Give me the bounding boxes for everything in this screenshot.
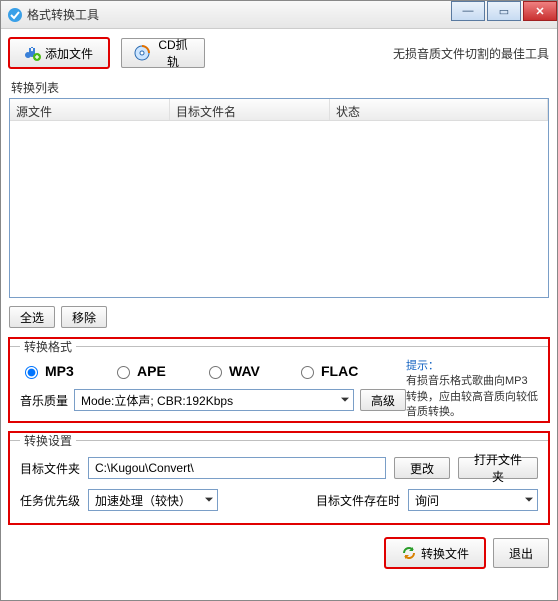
app-icon <box>7 7 23 23</box>
maximize-button[interactable]: ▭ <box>487 1 521 21</box>
hint-body: 有损音乐格式歌曲向MP3转换，应由较高音质向较低音质转换。 <box>406 375 538 418</box>
quality-label: 音乐质量 <box>20 392 68 409</box>
radio-mp3-label: MP3 <box>45 363 74 379</box>
radio-flac-label: FLAC <box>321 363 358 379</box>
toolbar: 添加文件 CD抓轨 无损音质文件切割的最佳工具 <box>9 33 549 73</box>
advanced-button[interactable]: 高级 <box>360 389 406 411</box>
window-title: 格式转换工具 <box>27 6 99 23</box>
convert-button[interactable]: 转换文件 <box>385 538 485 568</box>
target-folder-label: 目标文件夹 <box>20 460 80 477</box>
cd-rip-button[interactable]: CD抓轨 <box>121 38 205 68</box>
window-titlebar: 格式转换工具 — ▭ ✕ <box>1 1 557 29</box>
remove-button[interactable]: 移除 <box>61 306 107 328</box>
music-add-icon <box>25 45 41 61</box>
close-button[interactable]: ✕ <box>523 1 557 21</box>
radio-ape-input[interactable] <box>117 366 130 379</box>
change-button[interactable]: 更改 <box>394 457 450 479</box>
settings-group: 转换设置 目标文件夹 C:\Kugou\Convert\ 更改 打开文件夹 任务… <box>9 432 549 524</box>
on-exist-value: 询问 <box>415 492 439 509</box>
quality-value: Mode:立体声; CBR:192Kbps <box>81 392 233 409</box>
col-status[interactable]: 状态 <box>330 99 548 120</box>
settings-legend: 转换设置 <box>20 432 76 449</box>
format-legend: 转换格式 <box>20 338 76 355</box>
convert-label: 转换文件 <box>421 545 469 562</box>
priority-value: 加速处理（较快） <box>95 492 191 509</box>
target-folder-input[interactable]: C:\Kugou\Convert\ <box>88 457 386 479</box>
add-file-label: 添加文件 <box>45 45 93 62</box>
radio-flac-input[interactable] <box>301 366 314 379</box>
radio-mp3-input[interactable] <box>25 366 38 379</box>
window-buttons: — ▭ ✕ <box>449 1 557 21</box>
list-body[interactable] <box>10 121 548 297</box>
radio-wav-label: WAV <box>229 363 260 379</box>
bottom-bar: 转换文件 退出 <box>9 538 549 568</box>
radio-ape[interactable]: APE <box>112 363 200 379</box>
on-exist-select[interactable]: 询问 <box>408 489 538 511</box>
quality-select[interactable]: Mode:立体声; CBR:192Kbps <box>74 389 354 411</box>
add-file-button[interactable]: 添加文件 <box>9 38 109 68</box>
convert-list-label: 转换列表 <box>11 79 549 96</box>
radio-mp3[interactable]: MP3 <box>20 363 108 379</box>
col-target[interactable]: 目标文件名 <box>170 99 330 120</box>
cd-rip-label: CD抓轨 <box>154 36 192 70</box>
list-header: 源文件 目标文件名 状态 <box>10 99 548 121</box>
priority-select[interactable]: 加速处理（较快） <box>88 489 218 511</box>
hint-title: 提示： <box>406 360 439 372</box>
select-all-button[interactable]: 全选 <box>9 306 55 328</box>
refresh-icon <box>401 545 417 561</box>
exit-button[interactable]: 退出 <box>493 538 549 568</box>
target-folder-value: C:\Kugou\Convert\ <box>95 461 194 475</box>
col-source[interactable]: 源文件 <box>10 99 170 120</box>
priority-label: 任务优先级 <box>20 492 80 509</box>
minimize-button[interactable]: — <box>451 1 485 21</box>
cd-icon <box>134 45 150 61</box>
convert-list: 源文件 目标文件名 状态 <box>9 98 549 298</box>
radio-wav-input[interactable] <box>209 366 222 379</box>
format-hint: 提示： 有损音乐格式歌曲向MP3转换，应由较高音质向较低音质转换。 <box>406 359 538 421</box>
tagline-text: 无损音质文件切割的最佳工具 <box>393 45 549 62</box>
radio-wav[interactable]: WAV <box>204 363 292 379</box>
format-group: 转换格式 MP3 APE WAV FLAC 提示： 有损音乐格式歌曲向MP3转换… <box>9 338 549 422</box>
on-exist-label: 目标文件存在时 <box>316 492 400 509</box>
radio-ape-label: APE <box>137 363 166 379</box>
open-folder-button[interactable]: 打开文件夹 <box>458 457 538 479</box>
radio-flac[interactable]: FLAC <box>296 363 384 379</box>
